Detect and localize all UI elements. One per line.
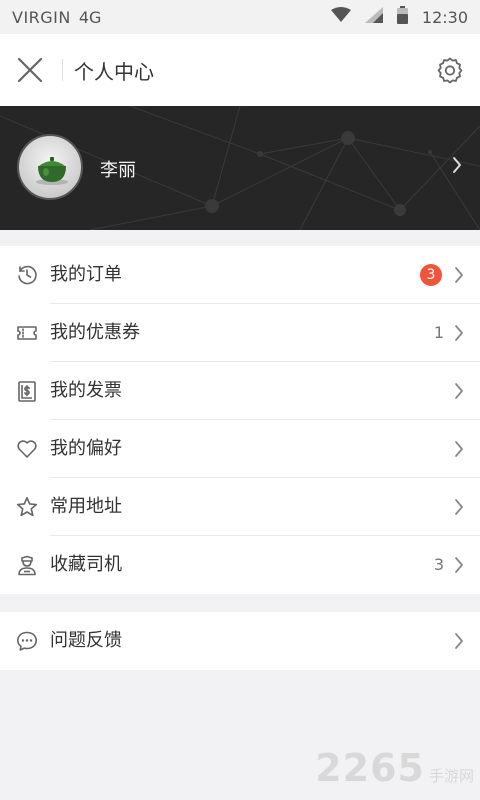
chevron-right-icon (455, 383, 463, 399)
menu-item-coupons[interactable]: 我的优惠券 1 (0, 304, 480, 362)
menu-item-orders[interactable]: 我的订单 3 (0, 246, 480, 304)
menu-list: 我的订单 3 我的优惠券 1 我的发票 我的偏好 常用地址 收藏司机 3 (0, 246, 480, 594)
chevron-right-icon (455, 267, 463, 283)
heart-icon (17, 440, 37, 458)
menu-item-label: 常用地址 (50, 496, 122, 517)
status-bar: VIRGIN 4G 12:30 (0, 0, 480, 34)
chevron-right-icon (455, 633, 463, 649)
avatar[interactable] (17, 134, 83, 200)
watermark-text: 手游网 (428, 767, 474, 785)
battery-icon (396, 6, 408, 28)
status-icons: 12:30 (330, 0, 468, 34)
ticket-icon (17, 326, 37, 340)
menu-item-label: 收藏司机 (50, 554, 122, 575)
wifi-icon (330, 7, 351, 27)
menu-item-invoices[interactable]: 我的发票 (0, 362, 480, 420)
user-name: 李丽 (100, 160, 136, 181)
clock-time: 12:30 (421, 7, 468, 27)
chevron-right-icon (455, 325, 463, 341)
chevron-right-icon (455, 557, 463, 573)
close-button[interactable] (14, 54, 46, 86)
notification-badge: 3 (420, 264, 442, 286)
settings-button[interactable] (434, 54, 466, 86)
profile-banner[interactable]: 李丽 (0, 106, 480, 230)
clock-icon (18, 265, 37, 285)
gear-icon (437, 57, 463, 84)
feedback-list: 问题反馈 (0, 612, 480, 670)
chat-bubble-icon (17, 631, 37, 651)
item-count: 3 (433, 555, 444, 574)
watermark: 2265 手游网 (315, 746, 474, 790)
item-count: 1 (433, 323, 444, 342)
menu-item-addresses[interactable]: 常用地址 (0, 478, 480, 536)
menu-item-label: 我的发票 (50, 380, 122, 401)
carrier-name: VIRGIN (12, 7, 71, 27)
chevron-right-icon (455, 441, 463, 457)
signal-icon (364, 7, 383, 27)
menu-item-preferences[interactable]: 我的偏好 (0, 420, 480, 478)
invoice-icon (18, 381, 36, 402)
menu-item-label: 问题反馈 (50, 630, 122, 651)
network-type: 4G (78, 7, 102, 27)
star-icon (16, 497, 38, 517)
watermark-number: 2265 (315, 746, 425, 790)
page-title: 个人中心 (74, 60, 154, 84)
menu-item-label: 我的偏好 (50, 438, 122, 459)
menu-item-favorite-drivers[interactable]: 收藏司机 3 (0, 536, 480, 594)
header-divider (62, 59, 63, 81)
top-nav-bar: 个人中心 (0, 34, 480, 106)
driver-icon (18, 555, 36, 576)
menu-item-label: 我的订单 (50, 264, 122, 285)
chevron-right-icon (452, 156, 462, 178)
menu-item-feedback[interactable]: 问题反馈 (0, 612, 480, 670)
chevron-right-icon (455, 499, 463, 515)
close-icon (17, 57, 43, 83)
menu-item-label: 我的优惠券 (50, 322, 140, 343)
